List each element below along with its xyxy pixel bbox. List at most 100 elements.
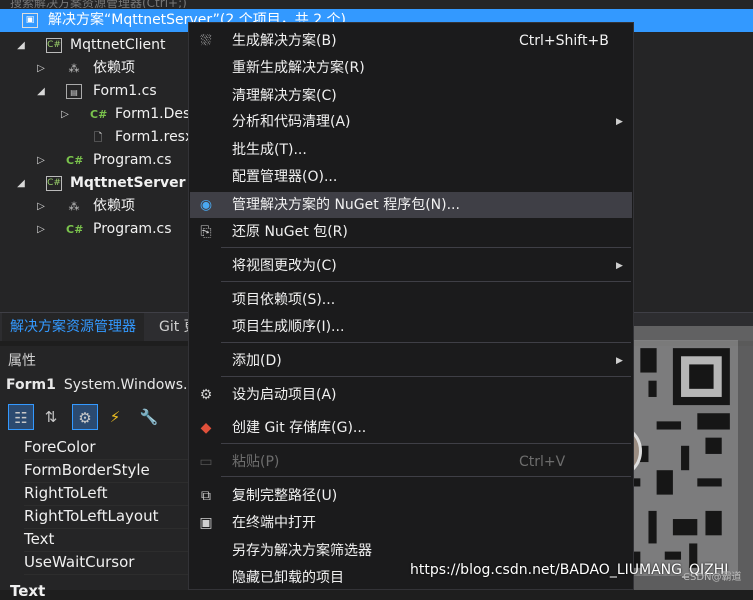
menu-item[interactable]: 添加(D) ▶ <box>190 348 632 374</box>
solution-context-menu: ⛆ 生成解决方案(B) Ctrl+Shift+B 重新生成解决方案(R) 清理解决方案(… <box>188 22 634 590</box>
restore-icon: ⎘ <box>200 224 212 240</box>
expand-arrow-icon[interactable]: ▷ <box>34 218 48 241</box>
menu-separator <box>221 376 631 377</box>
properties-title: 属性 <box>8 353 36 369</box>
csharp-project-icon: C# <box>46 38 62 53</box>
tab-solution-explorer[interactable]: 解决方案资源管理器 <box>2 313 144 341</box>
property-pages-icon[interactable]: 🔧 <box>136 404 162 430</box>
paste-icon: ▭ <box>199 454 213 470</box>
menu-item[interactable]: 另存为解决方案筛选器 <box>190 538 632 564</box>
properties-icon[interactable]: ⚙ <box>72 404 98 430</box>
menu-item[interactable]: ⛆ 生成解决方案(B) Ctrl+Shift+B <box>190 28 632 54</box>
menu-item-label: 另存为解决方案筛选器 <box>232 543 372 559</box>
property-row[interactable]: ForeColor <box>24 436 194 460</box>
tree-item-label: Program.cs <box>93 221 172 237</box>
watermark-csdn: CSDN@霸道 <box>683 572 742 583</box>
menu-item[interactable]: 项目生成顺序(I)... <box>190 314 632 340</box>
menu-item[interactable]: 清理解决方案(C) <box>190 83 632 109</box>
collapse-arrow-icon[interactable]: ◢ <box>14 34 28 57</box>
menu-item-label: 生成解决方案(B) <box>232 33 337 49</box>
property-description-title: Text <box>10 582 46 600</box>
menu-item-label: 配置管理器(O)... <box>232 169 338 185</box>
menu-item[interactable]: ◆ 创建 Git 存储库(G)... <box>190 415 632 441</box>
menu-item[interactable]: ▭ 粘贴(P) Ctrl+V <box>190 449 632 475</box>
property-row[interactable]: FormBorderStyle <box>24 459 194 483</box>
menu-separator <box>221 342 631 343</box>
tree-item-label: MqttnetClient <box>70 37 166 53</box>
categorized-icon[interactable]: ☷ <box>8 404 34 430</box>
menu-item-label: 重新生成解决方案(R) <box>232 60 365 76</box>
tree-item-label: Program.cs <box>93 152 172 168</box>
menu-item-label: 复制完整路径(U) <box>232 488 338 504</box>
menu-item[interactable]: ⎘ 还原 NuGet 包(R) <box>190 219 632 245</box>
terminal-icon: ▣ <box>199 515 213 531</box>
menu-item-shortcut: Ctrl+V <box>519 454 566 470</box>
tree-item-label: Form1.cs <box>93 83 157 99</box>
menu-item[interactable]: ◉ 管理解决方案的 NuGet 程序包(N)... <box>190 192 632 218</box>
nuget-icon: ◉ <box>199 197 213 213</box>
menu-item[interactable]: 批生成(T)... <box>190 137 632 163</box>
menu-separator <box>221 476 631 477</box>
gear-icon: ⚙ <box>199 387 213 403</box>
menu-item-label: 管理解决方案的 NuGet 程序包(N)... <box>232 197 460 213</box>
submenu-arrow-icon: ▶ <box>616 261 623 271</box>
search-box-partial[interactable]: 搜索解决方案资源管理器(Ctrl+;) <box>0 0 753 8</box>
dependencies-icon: ⁂ <box>68 62 80 75</box>
expand-arrow-icon[interactable]: ▷ <box>34 57 48 80</box>
tree-item-label: Form1.resx <box>115 129 194 145</box>
menu-item[interactable]: ⚙ 设为启动项目(A) <box>190 382 632 408</box>
menu-separator <box>221 247 631 248</box>
expand-arrow-icon[interactable]: ▷ <box>34 195 48 218</box>
expand-arrow-icon[interactable]: ▷ <box>58 103 72 126</box>
expand-arrow-icon[interactable]: ▷ <box>34 149 48 172</box>
resx-file-icon: 🗋 <box>93 131 103 144</box>
build-icon: ⛆ <box>200 33 212 49</box>
menu-item-label: 还原 NuGet 包(R) <box>232 224 348 240</box>
menu-item-label: 项目依赖项(S)... <box>232 292 336 308</box>
collapse-arrow-icon[interactable]: ◢ <box>14 172 28 195</box>
collapse-arrow-icon[interactable]: ◢ <box>34 80 48 103</box>
menu-item-label: 项目生成顺序(I)... <box>232 319 345 335</box>
menu-item-label: 分析和代码清理(A) <box>232 114 351 130</box>
menu-item-label: 在终端中打开 <box>232 515 316 531</box>
tree-item-label: 依赖项 <box>93 60 135 76</box>
object-name: Form1 <box>6 377 56 393</box>
tree-item-label: 依赖项 <box>93 198 135 214</box>
menu-item-shortcut: Ctrl+Shift+B <box>519 33 609 49</box>
menu-item-label: 添加(D) <box>232 353 282 369</box>
property-row[interactable]: RightToLeftLayout <box>24 505 194 529</box>
menu-item[interactable]: 将视图更改为(C) ▶ <box>190 253 632 279</box>
property-row[interactable]: UseWaitCursor <box>24 551 194 575</box>
menu-item[interactable]: ▣ 在终端中打开 <box>190 510 632 536</box>
tree-item-label: MqttnetServer <box>70 175 186 191</box>
csharp-file-icon: C# <box>66 154 84 167</box>
submenu-arrow-icon: ▶ <box>616 356 623 366</box>
watermark-url: https://blog.csdn.net/BADAO_LIUMANG_QIZH… <box>410 562 729 578</box>
copy-icon: ⧉ <box>201 488 211 504</box>
events-icon[interactable]: ⚡ <box>102 404 128 430</box>
menu-item-label: 清理解决方案(C) <box>232 88 337 104</box>
menu-item-label: 设为启动项目(A) <box>232 387 337 403</box>
menu-item[interactable]: 分析和代码清理(A) ▶ <box>190 109 632 135</box>
property-row[interactable]: Text <box>24 528 194 552</box>
menu-separator <box>221 443 631 444</box>
menu-item-label: 隐藏已卸载的项目 <box>232 570 344 586</box>
menu-item[interactable]: ⧉ 复制完整路径(U) <box>190 483 632 509</box>
csharp-file-icon: C# <box>90 108 108 121</box>
menu-item[interactable]: 配置管理器(O)... <box>190 164 632 190</box>
property-row[interactable]: RightToLeft <box>24 482 194 506</box>
alphabetical-icon[interactable]: ⇅ <box>38 404 64 430</box>
menu-item-label: 将视图更改为(C) <box>232 258 337 274</box>
object-selector[interactable]: Form1 System.Windows.Forms.Form <box>6 374 270 396</box>
dependencies-icon: ⁂ <box>68 200 80 213</box>
menu-item-label: 创建 Git 存储库(G)... <box>232 420 367 436</box>
solution-icon: ▣ <box>22 13 38 28</box>
csharp-project-icon: C# <box>46 176 62 191</box>
git-icon: ◆ <box>200 420 212 436</box>
menu-item-label: 批生成(T)... <box>232 142 307 158</box>
form-icon: ▤ <box>66 84 82 99</box>
csharp-file-icon: C# <box>66 223 84 236</box>
menu-item-label: 粘贴(P) <box>232 454 280 470</box>
menu-item[interactable]: 重新生成解决方案(R) <box>190 55 632 81</box>
menu-item[interactable]: 项目依赖项(S)... <box>190 287 632 313</box>
